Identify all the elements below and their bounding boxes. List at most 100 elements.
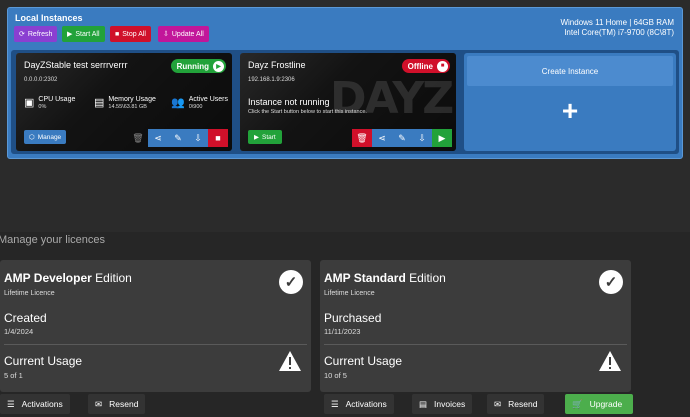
refresh-button[interactable]: ⟳ Refresh bbox=[14, 26, 58, 42]
licence-name: AMP Developer Edition bbox=[4, 271, 132, 285]
share-icon: ⋖ bbox=[378, 132, 386, 143]
instance-address: 0.0.0.0:2302 bbox=[24, 77, 58, 83]
list-icon: ☰ bbox=[331, 398, 339, 409]
update-all-button[interactable]: ⇩ Update All bbox=[158, 26, 209, 42]
resend-label: Resend bbox=[109, 399, 139, 409]
resend-button[interactable]: ✉ Resend bbox=[487, 394, 545, 414]
cpu-icon: ▣ bbox=[24, 97, 35, 109]
invoices-button[interactable]: ▤ Invoices bbox=[412, 394, 473, 414]
stat-label: Active Users bbox=[188, 96, 228, 103]
users-stat: 👥 Active Users 0\900 bbox=[171, 95, 228, 110]
invoices-label: Invoices bbox=[434, 399, 466, 409]
stop-icon: ■ bbox=[437, 60, 448, 72]
mail-icon: ✉ bbox=[494, 398, 502, 409]
stat-label: CPU Usage bbox=[38, 96, 76, 103]
delete-button[interactable]: 🗑 bbox=[128, 129, 148, 147]
warning-icon bbox=[597, 348, 623, 374]
upgrade-button[interactable]: 🛒 Upgrade bbox=[565, 394, 633, 414]
licence-name: AMP Standard Edition bbox=[324, 271, 446, 285]
update-button[interactable]: ⇩ bbox=[412, 129, 432, 147]
instance-card: DayZStable test serrrverrr 0.0.0.0:2302 … bbox=[16, 53, 232, 151]
divider bbox=[324, 344, 627, 345]
panel-title: Local Instances bbox=[15, 13, 83, 23]
cart-icon: 🛒 bbox=[572, 398, 583, 409]
instance-actions: 🗑 ⋖ ✎ ⇩ ▶ bbox=[352, 129, 452, 147]
stat-value: 0\900 bbox=[188, 104, 203, 110]
licence-card: AMP Developer Edition Lifetime Licence ✓… bbox=[0, 260, 311, 392]
system-info-line: Intel Core(TM) i7-9700 (8C\8T) bbox=[564, 28, 674, 37]
download-icon: ⇩ bbox=[163, 31, 169, 38]
pencil-icon: ✎ bbox=[174, 132, 182, 143]
stat-value: 0% bbox=[38, 104, 47, 110]
activations-button[interactable]: ☰ Activations bbox=[0, 394, 70, 414]
licence-card: AMP Standard Edition Lifetime Licence ✓ … bbox=[320, 260, 631, 392]
instance-actions: 🗑 ⋖ ✎ ⇩ ■ bbox=[128, 129, 228, 147]
manage-button[interactable]: ⬡ Manage bbox=[24, 130, 67, 144]
users-icon: 👥 bbox=[171, 97, 185, 109]
usage-label: Current Usage bbox=[324, 354, 403, 368]
not-running-hint: Click the Start button below to start th… bbox=[248, 109, 367, 115]
status-label: Offline bbox=[407, 61, 433, 71]
resend-button[interactable]: ✉ Resend bbox=[88, 394, 146, 414]
delete-button[interactable]: 🗑 bbox=[352, 129, 372, 147]
date-value: 1/4/2024 bbox=[4, 327, 34, 336]
start-label: Start bbox=[262, 133, 276, 141]
invoice-icon: ▤ bbox=[419, 398, 428, 409]
cpu-stat: ▣ CPU Usage 0% bbox=[24, 95, 75, 110]
licence-type: Lifetime Licence bbox=[324, 290, 375, 297]
start-button[interactable]: ▶ Start bbox=[248, 130, 282, 144]
memory-icon: ▤ bbox=[94, 97, 105, 109]
status-label: Running bbox=[176, 61, 209, 71]
licence-edition-name: AMP Developer bbox=[4, 271, 92, 285]
box-icon: ⬡ bbox=[29, 134, 35, 141]
play-icon: ▶ bbox=[213, 60, 224, 72]
licence-edition-suffix: Edition bbox=[405, 271, 446, 285]
usage-value: 5 of 1 bbox=[4, 371, 23, 380]
licences-subtitle: Manage your licences bbox=[0, 234, 106, 246]
edit-button[interactable]: ✎ bbox=[392, 129, 412, 147]
status-badge: Running ▶ bbox=[170, 59, 226, 73]
update-all-label: Update All bbox=[171, 30, 204, 38]
edit-button[interactable]: ✎ bbox=[168, 129, 188, 147]
create-instance-card[interactable]: Create Instance + bbox=[464, 53, 676, 151]
share-button[interactable]: ⋖ bbox=[148, 129, 168, 147]
stop-button[interactable]: ■ bbox=[208, 129, 228, 147]
instance-card: DAYZ Dayz Frostline 192.168.1.9:2306 Off… bbox=[240, 53, 456, 151]
dayz-logo: DAYZ bbox=[330, 73, 454, 124]
instance-name: Dayz Frostline bbox=[248, 60, 306, 70]
stop-all-button[interactable]: ■ Stop All bbox=[110, 26, 151, 42]
pencil-icon: ✎ bbox=[398, 132, 406, 143]
activations-label: Activations bbox=[345, 399, 387, 409]
update-button[interactable]: ⇩ bbox=[188, 129, 208, 147]
check-circle-icon: ✓ bbox=[599, 270, 623, 294]
download-icon: ⇩ bbox=[418, 132, 426, 143]
activations-button[interactable]: ☰ Activations bbox=[324, 394, 394, 414]
date-label: Created bbox=[4, 311, 47, 325]
system-info-line: Windows 11 Home | 64GB RAM bbox=[560, 18, 674, 27]
licence-type: Lifetime Licence bbox=[4, 290, 55, 297]
usage-value: 10 of 5 bbox=[324, 371, 347, 380]
download-icon: ⇩ bbox=[194, 132, 202, 143]
date-label: Purchased bbox=[324, 311, 382, 325]
instances-area: DayZStable test serrrverrr 0.0.0.0:2302 … bbox=[11, 50, 679, 154]
refresh-label: Refresh bbox=[27, 30, 53, 38]
start-icon-button[interactable]: ▶ bbox=[432, 129, 452, 147]
start-all-button[interactable]: ▶ Start All bbox=[62, 26, 105, 42]
status-badge: Offline ■ bbox=[401, 59, 450, 73]
refresh-icon: ⟳ bbox=[19, 31, 25, 38]
create-instance-label: Create Instance bbox=[467, 56, 673, 86]
share-button[interactable]: ⋖ bbox=[372, 129, 392, 147]
licences-section: Manage your licences AMP Developer Editi… bbox=[0, 232, 690, 417]
not-running-title: Instance not running bbox=[248, 97, 330, 107]
activations-label: Activations bbox=[21, 399, 63, 409]
stop-icon: ■ bbox=[115, 30, 120, 38]
instance-address: 192.168.1.9:2306 bbox=[248, 77, 295, 83]
resend-label: Resend bbox=[508, 399, 538, 409]
play-icon: ▶ bbox=[254, 134, 259, 141]
local-instances-panel: Local Instances Windows 11 Home | 64GB R… bbox=[7, 7, 683, 159]
usage-label: Current Usage bbox=[4, 354, 83, 368]
upgrade-label: Upgrade bbox=[589, 399, 623, 409]
mail-icon: ✉ bbox=[95, 398, 103, 409]
list-icon: ☰ bbox=[7, 398, 15, 409]
instances-section: Local Instances Windows 11 Home | 64GB R… bbox=[0, 0, 690, 232]
